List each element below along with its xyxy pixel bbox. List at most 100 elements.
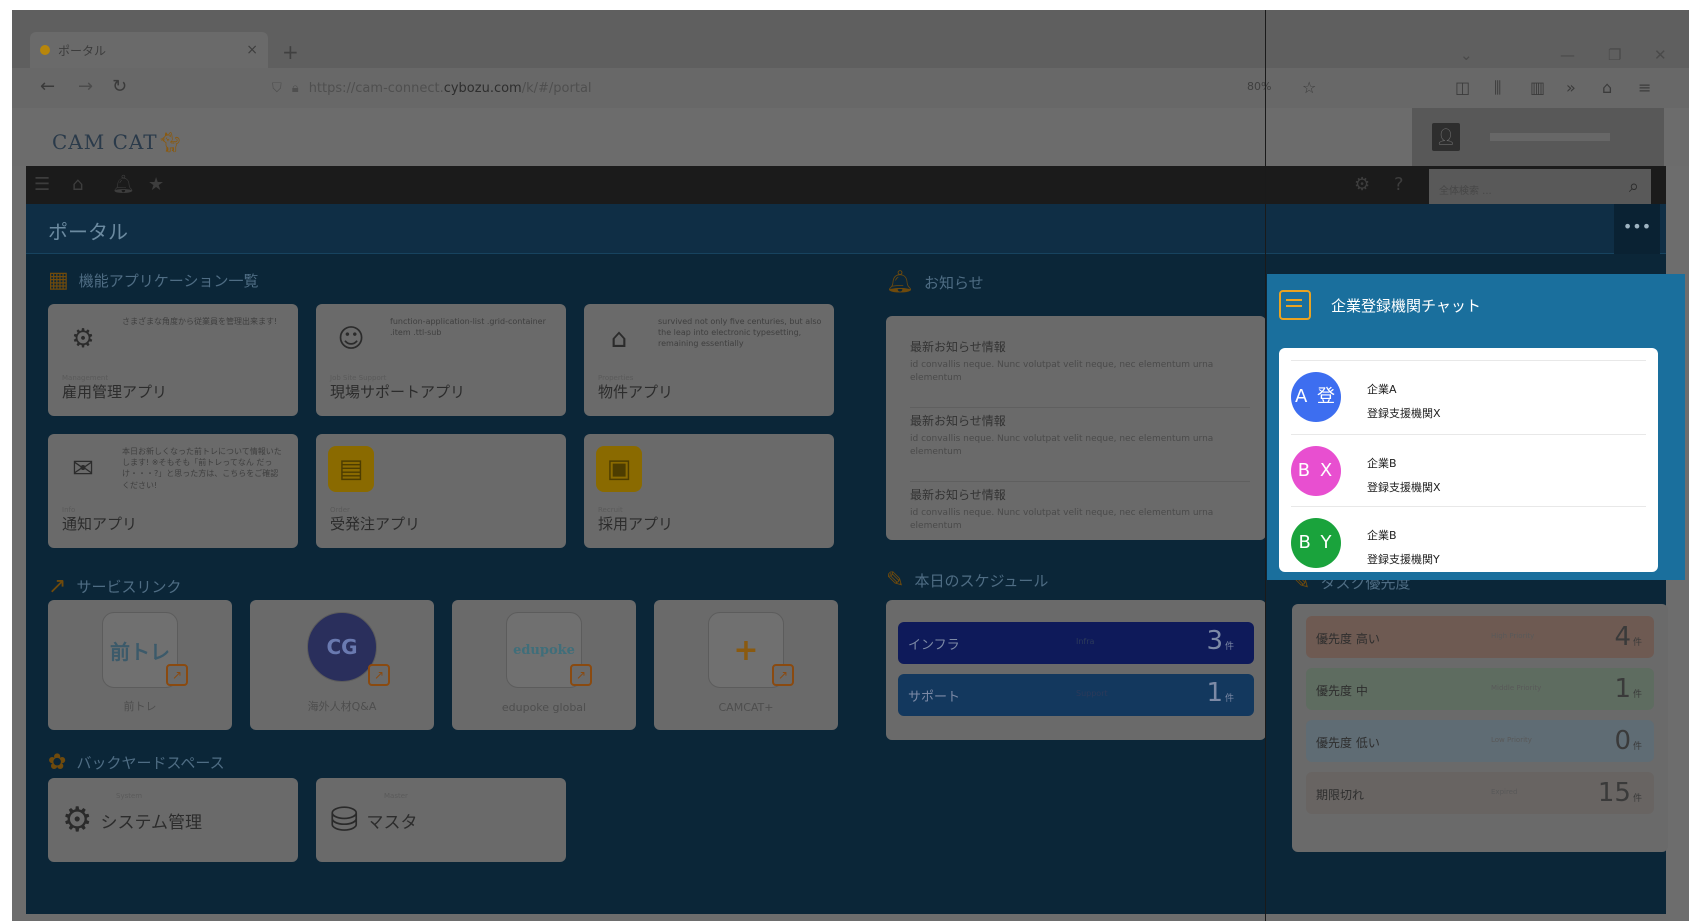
task-row-expired[interactable]: 期限切れ Expired 15 件 — [1306, 772, 1654, 814]
zoom-level[interactable]: 80% — [1247, 80, 1271, 93]
external-link-icon: ↗ — [570, 664, 592, 686]
bell-icon[interactable]: 🔔︎ — [112, 174, 135, 195]
help-icon[interactable]: ? — [1394, 174, 1404, 195]
user-name-placeholder — [1490, 133, 1610, 141]
pocket-icon[interactable]: ◫ — [1455, 78, 1470, 97]
news-item[interactable]: 最新お知らせ情報 id convallis neque. Nunc volutp… — [910, 338, 1250, 408]
tab-title: ポータル — [58, 43, 107, 58]
back-arrow-icon[interactable]: ← — [40, 76, 55, 97]
apps-section-title: ▦ 機能アプリケーション一覧 — [48, 268, 259, 293]
close-window-button[interactable]: ✕ — [1654, 46, 1667, 64]
url-path: /k/#/portal — [521, 80, 592, 96]
new-tab-button[interactable]: + — [282, 40, 299, 64]
browser-window: ポータル × + ⌄ — ❐ ✕ ← → ↻ ⛉ 🔒︎ https://cam-… — [12, 10, 1689, 921]
app-card-notification[interactable]: ✉ 本日お新しくなった前トレについて情報いたします! ※そもそも「前トレってなん… — [48, 434, 298, 548]
task-row-middle[interactable]: 優先度 中 Middle Priority 1件 — [1306, 668, 1654, 710]
tab-bar: ポータル × + ⌄ — ❐ ✕ — [12, 10, 1689, 68]
settings-gear-icon[interactable]: ⚙ — [1354, 174, 1370, 195]
tab-close-icon[interactable]: × — [246, 42, 258, 58]
chat-item-company-b-y[interactable]: B Y 企業B 登録支援機関Y — [1291, 506, 1646, 572]
avatar: B Y — [1291, 518, 1341, 568]
browser-tab[interactable]: ポータル × — [30, 32, 268, 68]
news-panel: 最新お知らせ情報 id convallis neque. Nunc volutp… — [886, 316, 1266, 540]
schedule-section-title: ✎ 本日のスケジュール — [886, 568, 1049, 593]
global-search[interactable]: 全体検索 ... ⌕ — [1429, 169, 1651, 207]
app-card-site-support[interactable]: ☺ function-application-list .grid-contai… — [316, 304, 566, 416]
task-row-high[interactable]: 優先度 高い High Priority 4件 — [1306, 616, 1654, 658]
app-card-properties[interactable]: ⌂ survived not only five centuries, but … — [584, 304, 834, 416]
link-card-camcat-plus[interactable]: + ↗ CAMCAT+ — [654, 600, 838, 730]
search-icon[interactable]: ⌕ — [1629, 176, 1639, 197]
logo[interactable]: CAM CAT🐈︎ — [52, 130, 184, 154]
external-link-icon: ↗ — [368, 664, 390, 686]
id-card-icon: ▣ — [596, 446, 642, 492]
url-host: cybozu.com — [443, 80, 522, 96]
address-bar[interactable]: ⛉ 🔒︎ https://cam-connect. cybozu.com /k/… — [272, 74, 1272, 102]
forward-arrow-icon[interactable]: → — [78, 76, 93, 97]
app-card-employment[interactable]: ⚙ さまざまな角度から従業員を管理出来ます! Management 雇用管理アプ… — [48, 304, 298, 416]
support-icon: ☺ — [337, 324, 365, 354]
navigation-bar: ← → ↻ ⛉ 🔒︎ https://cam-connect. cybozu.c… — [12, 68, 1689, 108]
shield-icon: ⛉ — [272, 80, 282, 96]
more-options-button[interactable]: ••• — [1614, 204, 1660, 254]
favicon-icon — [40, 45, 50, 55]
minimize-button[interactable]: — — [1560, 46, 1575, 64]
avatar: B X — [1291, 446, 1341, 496]
calendar-edit-icon: ✎ — [886, 568, 905, 593]
extensions-icon[interactable]: ⌂ — [1602, 78, 1612, 97]
user-avatar-icon: 👤︎ — [1432, 123, 1460, 151]
link-card-edupoke[interactable]: edupoke ↗ edupoke global — [452, 600, 636, 730]
search-input[interactable]: 全体検索 ... — [1439, 182, 1492, 197]
link-card-maetore[interactable]: 前トレ ↗ 前トレ — [48, 600, 232, 730]
company-chat-panel: 企業登録機関チャット A 登 企業A 登録支援機関X B X 企業B 登録支援機… — [1267, 274, 1685, 580]
user-menu[interactable]: 👤︎ — [1412, 108, 1664, 166]
hamburger-icon[interactable]: ☰ — [34, 174, 50, 195]
external-link-icon: ↗ — [772, 664, 794, 686]
app-card-orders[interactable]: ▤ Order 受発注アプリ — [316, 434, 566, 548]
chat-item-company-b-x[interactable]: B X 企業B 登録支援機関X — [1291, 434, 1646, 504]
sidebar-icon[interactable]: ▥ — [1530, 78, 1545, 97]
star-icon[interactable]: ★ — [148, 174, 164, 195]
bookmark-star-icon[interactable]: ☆ — [1302, 78, 1316, 97]
link-card-overseas-qa[interactable]: CG ↗ 海外人材Q&A — [250, 600, 434, 730]
alert-bell-icon: 🔔︎ — [886, 270, 914, 295]
team-icon: ✿ — [48, 750, 67, 775]
news-item[interactable]: 最新お知らせ情報 id convallis neque. Nunc volutp… — [910, 486, 1250, 538]
task-panel: 優先度 高い High Priority 4件 優先度 中 Middle Pri… — [1292, 604, 1668, 852]
lock-icon: 🔒︎ — [291, 80, 299, 96]
restore-button[interactable]: ❐ — [1608, 46, 1621, 64]
news-item[interactable]: 最新お知らせ情報 id convallis neque. Nunc volutp… — [910, 412, 1250, 482]
home-icon[interactable]: ⌂ — [72, 174, 83, 195]
external-link-icon: ↗ — [166, 664, 188, 686]
employees-icon: ⚙ — [71, 324, 95, 354]
avatar: A 登 — [1291, 372, 1341, 422]
reload-icon[interactable]: ↻ — [112, 76, 127, 97]
cat-icon: 🐈︎ — [157, 130, 184, 154]
grid-icon: ▦ — [48, 268, 69, 293]
backyard-card-system[interactable]: ⚙ System システム管理 — [48, 778, 298, 862]
app-card-recruit[interactable]: ▣ Recruit 採用アプリ — [584, 434, 834, 548]
backyard-section-title: ✿ バックヤードスペース — [48, 750, 225, 775]
chat-icon — [1279, 290, 1311, 320]
overflow-icon[interactable]: » — [1566, 78, 1576, 97]
chat-item-company-a[interactable]: A 登 企業A 登録支援機関X — [1291, 360, 1646, 430]
chat-list: A 登 企業A 登録支援機関X B X 企業B 登録支援機関X B Y 企業B … — [1279, 348, 1658, 572]
app-header: CAM CAT🐈︎ 👤︎ — [12, 108, 1689, 166]
schedule-row-support[interactable]: サポート Support 1件 — [898, 674, 1254, 716]
house-icon: ⌂ — [610, 324, 628, 354]
clipboard-icon: ▤ — [328, 446, 374, 492]
url-prefix: https://cam-connect. — [308, 80, 444, 96]
portal-title-bar: ポータル ••• — [26, 204, 1666, 254]
schedule-row-infra[interactable]: インフラ Infra 3件 — [898, 622, 1254, 664]
library-icon[interactable]: ⫼ — [1494, 78, 1501, 98]
mail-icon: ✉ — [72, 454, 94, 484]
app-toolbar: ☰ ⌂ 🔔︎ ★ ⚙ ? 全体検索 ... ⌕ — [26, 166, 1666, 207]
external-link-icon: ↗ — [48, 574, 67, 599]
task-row-low[interactable]: 優先度 低い Low Priority 0件 — [1306, 720, 1654, 762]
links-section-title: ↗ サービスリンク — [48, 574, 182, 599]
gear-icon: ⚙ — [62, 800, 93, 840]
news-section-title: 🔔︎ お知らせ — [886, 270, 984, 295]
tab-list-icon[interactable]: ⌄ — [1460, 46, 1473, 64]
backyard-card-master[interactable]: ⛁ Master マスタ — [316, 778, 566, 862]
menu-icon[interactable]: ≡ — [1638, 78, 1651, 97]
